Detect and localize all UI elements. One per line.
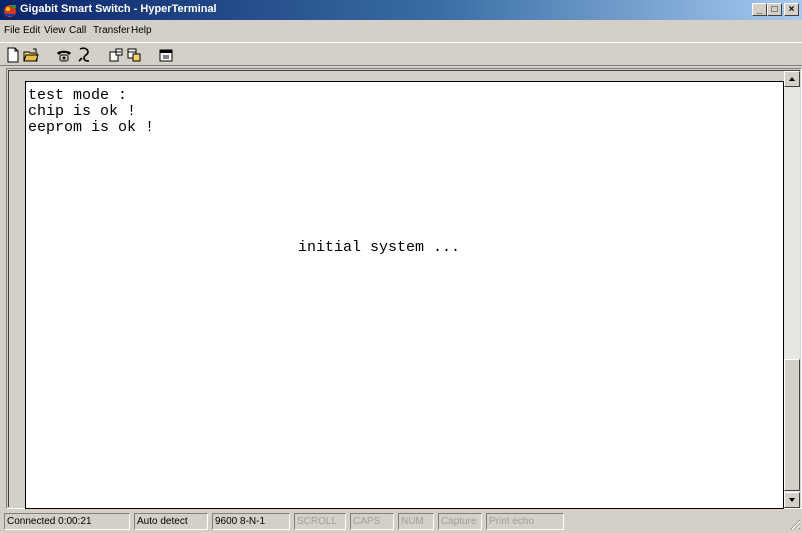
status-num: NUM bbox=[398, 513, 434, 530]
status-caps: CAPS bbox=[350, 513, 394, 530]
terminal-line: chip is ok ! bbox=[28, 103, 137, 120]
vertical-scrollbar[interactable] bbox=[784, 71, 800, 508]
menu-view[interactable]: View bbox=[44, 25, 66, 36]
toolbar bbox=[0, 42, 802, 66]
phone-connect-icon[interactable] bbox=[55, 46, 73, 64]
disconnect-icon[interactable] bbox=[75, 46, 93, 64]
terminal-line: initial system ... bbox=[298, 239, 461, 256]
status-auto-detect: Auto detect bbox=[134, 513, 208, 530]
status-bar: Connected 0:00:21 Auto detect 9600 8-N-1… bbox=[0, 511, 802, 531]
terminal-frame: test mode : chip is ok ! eeprom is ok ! … bbox=[6, 68, 802, 509]
open-folder-icon[interactable] bbox=[22, 46, 40, 64]
window-title: Gigabit Smart Switch - HyperTerminal bbox=[20, 3, 217, 15]
scroll-up-button[interactable] bbox=[784, 71, 800, 87]
resize-grip-icon[interactable] bbox=[789, 518, 801, 530]
status-capture: Capture bbox=[438, 513, 482, 530]
close-button[interactable]: × bbox=[784, 3, 799, 16]
status-port-settings: 9600 8-N-1 bbox=[212, 513, 290, 530]
status-connected: Connected 0:00:21 bbox=[4, 513, 130, 530]
terminal-line: test mode : bbox=[28, 87, 128, 104]
menu-file[interactable]: File bbox=[4, 25, 20, 36]
menu-help[interactable]: Help bbox=[131, 25, 152, 36]
status-scroll: SCROLL bbox=[294, 513, 346, 530]
new-document-icon[interactable] bbox=[4, 46, 22, 64]
menu-edit[interactable]: Edit bbox=[23, 25, 40, 36]
terminal-line: eeprom is ok ! bbox=[28, 119, 155, 136]
receive-icon[interactable] bbox=[125, 46, 143, 64]
maximize-button[interactable]: □ bbox=[767, 3, 782, 16]
terminal-panel: test mode : chip is ok ! eeprom is ok ! … bbox=[8, 70, 800, 509]
terminal-screen[interactable]: test mode : chip is ok ! eeprom is ok ! … bbox=[25, 81, 784, 509]
hyperterminal-window: Gigabit Smart Switch - HyperTerminal _ □… bbox=[0, 0, 802, 531]
down-arrow-icon bbox=[789, 498, 795, 502]
scroll-down-button[interactable] bbox=[784, 492, 800, 508]
properties-icon[interactable] bbox=[157, 46, 175, 64]
menu-transfer[interactable]: Transfer bbox=[93, 25, 130, 36]
up-arrow-icon bbox=[789, 77, 795, 81]
title-bar[interactable]: Gigabit Smart Switch - HyperTerminal _ □… bbox=[0, 0, 802, 20]
menu-call[interactable]: Call bbox=[69, 25, 86, 36]
status-print-echo: Print echo bbox=[486, 513, 564, 530]
send-icon[interactable] bbox=[107, 46, 125, 64]
scrollbar-thumb[interactable] bbox=[784, 359, 800, 491]
minimize-button[interactable]: _ bbox=[752, 3, 767, 16]
menu-bar: File Edit View Call Transfer Help bbox=[0, 21, 802, 41]
hyperterminal-app-icon[interactable] bbox=[2, 2, 18, 18]
